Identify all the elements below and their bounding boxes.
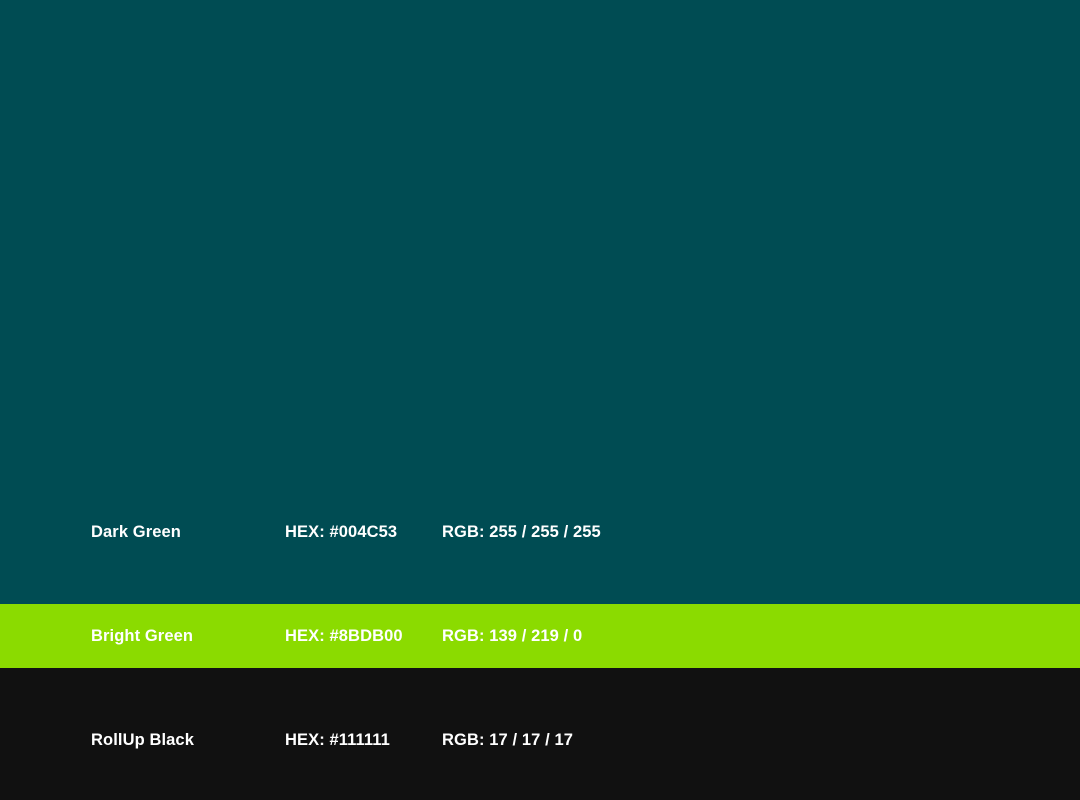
color-row-dark-green: Dark Green HEX: #004C53 RGB: 255 / 255 /…: [0, 521, 1080, 543]
color-palette: Dark Green HEX: #004C53 RGB: 255 / 255 /…: [0, 0, 1080, 800]
hex-value: HEX: #8BDB00: [285, 627, 403, 645]
rgb-value: RGB: 255 / 255 / 255: [442, 523, 601, 541]
rgb-value: RGB: 17 / 17 / 17: [442, 731, 574, 749]
color-name: RollUp Black: [91, 731, 194, 749]
color-row-rollup-black: RollUp Black HEX: #111111 RGB: 17 / 17 /…: [0, 729, 1080, 751]
swatch-dark-green: [0, 0, 1080, 604]
color-row-bright-green: Bright Green HEX: #8BDB00 RGB: 139 / 219…: [0, 625, 1080, 647]
hex-value: HEX: #004C53: [285, 523, 398, 541]
hex-value: HEX: #111111: [285, 731, 390, 749]
rgb-value: RGB: 139 / 219 / 0: [442, 627, 583, 645]
color-name: Dark Green: [91, 523, 181, 541]
color-name: Bright Green: [91, 627, 194, 645]
